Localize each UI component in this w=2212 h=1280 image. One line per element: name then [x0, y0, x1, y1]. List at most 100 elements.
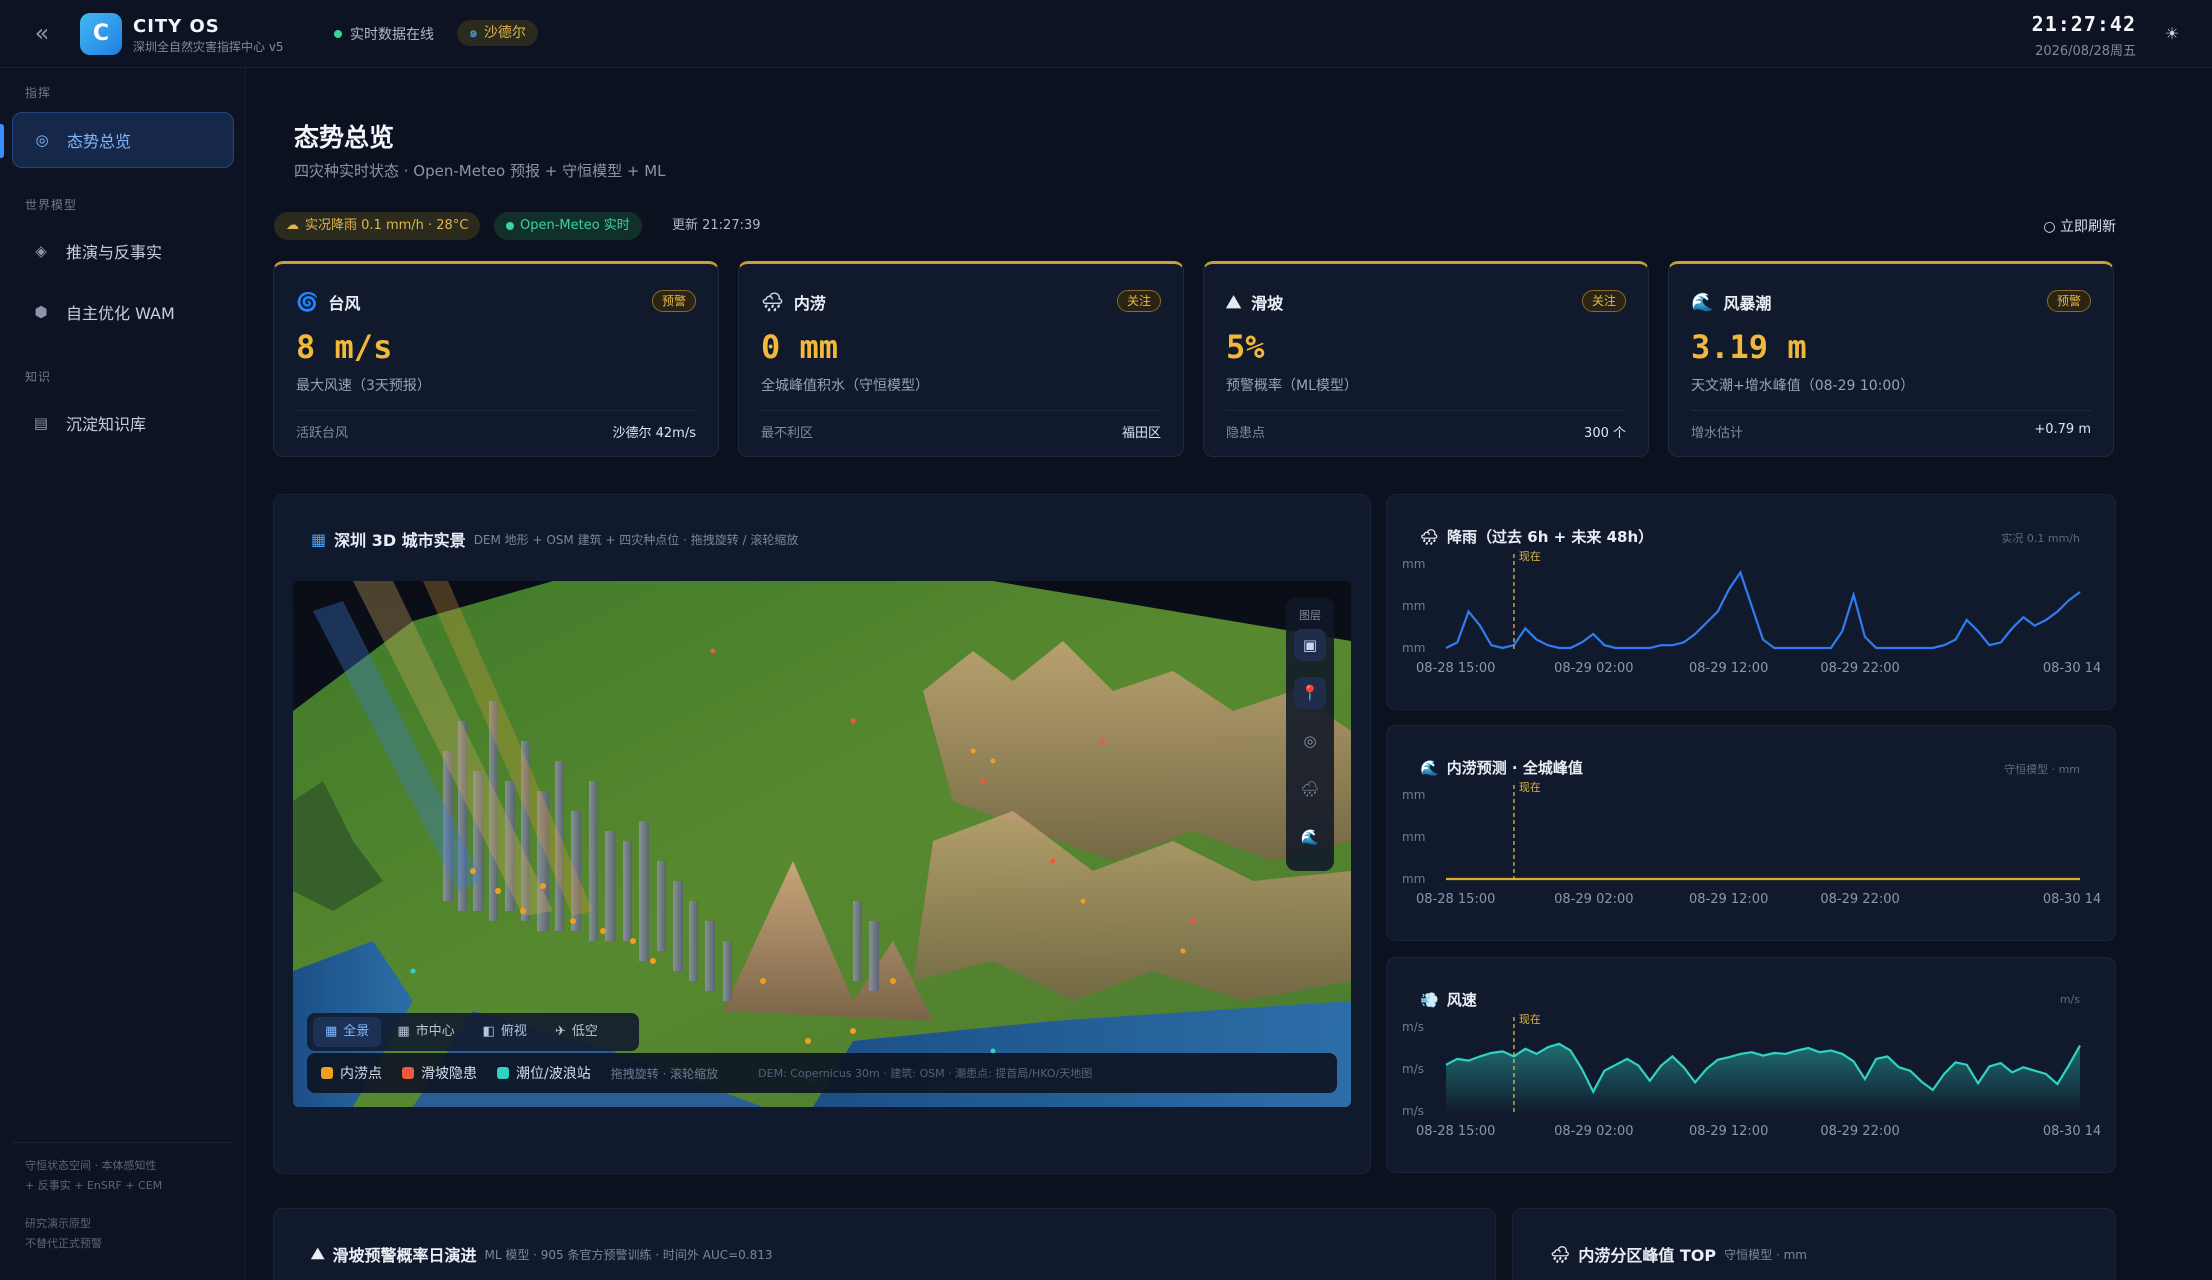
- x-tick-label: 08-29 12:00: [1689, 892, 1768, 907]
- legend-item-landslide: 滑坡隐患: [402, 1063, 477, 1083]
- target-icon: ◎: [35, 131, 49, 149]
- sidebar: 指挥 ◎ 态势总览 世界模型 ◈ 推演与反事实 ⬢ 自主优化 WAM 知识 ▤ …: [0, 68, 246, 1280]
- cloud-rain-icon: ☁: [286, 218, 299, 233]
- cloud-rain-icon: 🌧: [761, 291, 784, 313]
- view-button-panorama[interactable]: ▦ 全景: [313, 1017, 382, 1047]
- wind-chart-note: m/s: [2059, 993, 2080, 1006]
- x-tick-label: 08-29 02:00: [1554, 892, 1633, 907]
- sidebar-item-label: 自主优化 WAM: [66, 304, 175, 323]
- collapse-sidebar-button[interactable]: «: [30, 20, 54, 46]
- app-subtitle: 深圳全自然灾害指挥中心 v5: [133, 40, 284, 54]
- active-typhoon-chip[interactable]: ๑ 沙德尔: [457, 20, 538, 46]
- kpi-value: 0 mm: [761, 328, 839, 366]
- series-area: [1446, 1043, 2080, 1111]
- legend-label: 滑坡隐患: [421, 1066, 477, 1082]
- landslide-note: ML 模型 · 905 条官方预警训练 · 时间外 AUC=0.813: [484, 1247, 773, 1262]
- openmeteo-status-chip: Open-Meteo 实时: [494, 212, 642, 240]
- view-button-low-altitude[interactable]: ✈ 低空: [543, 1017, 610, 1047]
- x-tick-label: 08-29 02:00: [1554, 661, 1633, 676]
- plane-icon: ✈: [554, 1024, 566, 1039]
- kpi-title: 台风: [328, 294, 361, 313]
- sidebar-footer-model: 守恒状态空间 · 本体感知性 + 反事实 + EnSRF + CEM: [25, 1156, 162, 1196]
- layer-toolbar-title: 图层: [1299, 609, 1321, 622]
- pin-layer-icon[interactable]: 📍: [1294, 677, 1326, 709]
- sidebar-item-label: 态势总览: [67, 132, 132, 151]
- rain-layer-icon[interactable]: 🌧: [1294, 773, 1326, 805]
- status-badge: 关注: [1581, 290, 1626, 312]
- kpi-value: 3.19 m: [1691, 328, 1807, 366]
- theme-toggle-sun-icon[interactable]: ☀: [2162, 24, 2182, 44]
- kpi-card-landslide[interactable]: ⛰ 滑坡 关注 5% 预警概率（ML模型） 隐患点 300 个: [1203, 261, 1649, 457]
- view-button-downtown[interactable]: ▦ 市中心: [385, 1017, 466, 1047]
- diamond-icon: ◈: [35, 242, 47, 260]
- page-subtitle: 四灾种实时状态 · Open-Meteo 预报 + 守恒模型 + ML: [294, 162, 666, 180]
- flood-district-title: 🌧 内涝分区峰值 TOP 守恒模型 · mm: [1550, 1242, 1807, 1266]
- kpi-description: 天文潮+增水峰值（08-29 10:00）: [1691, 378, 1915, 394]
- sidebar-item-label: 推演与反事实: [66, 243, 163, 262]
- x-tick-label: 08-30 14:00: [2043, 1124, 2100, 1139]
- kpi-footer-value: 福田区: [1121, 426, 1161, 441]
- status-badge: 预警: [651, 290, 696, 312]
- status-dot-icon: [334, 30, 342, 38]
- x-tick-label: 08-30 14:00: [2043, 661, 2100, 676]
- rain-chart-note: 实况 0.1 mm/h: [2001, 532, 2080, 545]
- sidebar-item-knowledge-base[interactable]: ▤ 沉淀知识库: [12, 395, 234, 451]
- top-view-icon: ◧: [482, 1024, 495, 1039]
- y-axis-unit-label: mm: [1402, 830, 1425, 844]
- sidebar-item-label: 沉淀知识库: [66, 415, 147, 434]
- view-button-top[interactable]: ◧ 俯视: [471, 1017, 539, 1047]
- divider: [761, 410, 1161, 411]
- flood-chart: mm mm mm 现在 08-28 15:00 08-29 02:00 08-29 12:0…: [1402, 781, 2100, 907]
- sidebar-item-overview[interactable]: ◎ 态势总览: [12, 112, 234, 168]
- legend-item-tide: 潮位/波浪站: [497, 1063, 591, 1083]
- panorama-icon: ▦: [325, 1024, 338, 1039]
- now-marker-label: 现在: [1519, 1013, 1541, 1026]
- kpi-title: 内涝: [793, 294, 826, 313]
- refresh-button[interactable]: ○ 立即刷新: [2043, 216, 2116, 236]
- wave-layer-icon[interactable]: 🌊: [1294, 821, 1326, 853]
- kpi-footer-label: 最不利区: [761, 426, 814, 441]
- wind-chart-title: 💨 风速: [1420, 989, 1477, 1010]
- x-tick-label: 08-29 22:00: [1820, 1124, 1899, 1139]
- legend-hint: 拖拽旋转 · 滚轮缩放: [610, 1066, 719, 1081]
- footer-line: + 反事实 + EnSRF + CEM: [25, 1179, 163, 1192]
- building-layer-icon[interactable]: ▣: [1294, 629, 1326, 661]
- typhoon-chip-label: 沙德尔: [483, 25, 526, 41]
- clock: 21:27:42: [2031, 12, 2136, 36]
- kpi-footer-value: +0.79 m: [2034, 422, 2091, 437]
- footer-line: 不替代正式预警: [25, 1237, 102, 1250]
- typhoon-layer-icon[interactable]: ◎: [1294, 725, 1326, 757]
- y-axis-unit-label: m/s: [1402, 1104, 1424, 1118]
- divider: [1691, 410, 2091, 411]
- typhoon-icon: ๑: [469, 25, 478, 41]
- legend-item-flood: 内涝点: [321, 1063, 382, 1083]
- sidebar-item-simulation[interactable]: ◈ 推演与反事实: [12, 223, 234, 279]
- y-axis-unit-label: mm: [1402, 641, 1425, 655]
- mountain-icon: ⛰: [1226, 291, 1242, 313]
- nav-section-world-model: 世界模型: [25, 198, 78, 212]
- y-axis-unit-label: mm: [1402, 788, 1425, 802]
- panel-title-label: 滑坡预警概率日演进: [332, 1246, 477, 1265]
- map-legend: 内涝点 滑坡隐患 潮位/波浪站 拖拽旋转 · 滚轮缩放 DEM: Coperni…: [307, 1053, 1337, 1093]
- kpi-card-storm-surge[interactable]: 🌊 风暴潮 预警 3.19 m 天文潮+增水峰值（08-29 10:00） 增水估…: [1668, 261, 2114, 457]
- live-status-label: 实时数据在线: [350, 27, 434, 43]
- kpi-card-flood[interactable]: 🌧 内涝 关注 0 mm 全城峰值积水（守恒模型） 最不利区 福田区: [738, 261, 1184, 457]
- wave-icon: 🌊: [1691, 291, 1714, 313]
- app-name: CITY OS: [133, 16, 220, 37]
- series-line: [1445, 569, 2081, 650]
- y-axis-unit-label: m/s: [1402, 1062, 1424, 1076]
- rain-chart: mm mm mm 现在 08-28 15:00 08-29 02:00 08-29 12:0…: [1402, 550, 2100, 676]
- landslide-panel-title: ⛰ 滑坡预警概率日演进 ML 模型 · 905 条官方预警训练 · 时间外 AU…: [311, 1242, 773, 1266]
- wave-icon: 🌊: [1420, 758, 1439, 777]
- sidebar-item-wam[interactable]: ⬢ 自主优化 WAM: [12, 284, 234, 340]
- flood-chart-note: 守恒模型 · mm: [2004, 763, 2080, 776]
- y-axis-unit-label: mm: [1402, 872, 1425, 886]
- sidebar-footer-disclaimer: 研究演示原型 不替代正式预警: [25, 1214, 102, 1254]
- x-tick-label: 08-29 02:00: [1554, 1124, 1633, 1139]
- rain-status-label: 实况降雨 0.1 mm/h · 28°C: [305, 218, 469, 233]
- nav-section-command: 指挥: [25, 86, 52, 100]
- flood-district-note: 守恒模型 · mm: [1724, 1247, 1807, 1262]
- kpi-title: 滑坡: [1251, 294, 1284, 313]
- kpi-card-typhoon[interactable]: 🌀 台风 预警 8 m/s 最大风速（3天预报） 活跃台风 沙德尔 42m/s: [273, 261, 719, 457]
- cloud-rain-icon: 🌧: [1420, 527, 1440, 546]
